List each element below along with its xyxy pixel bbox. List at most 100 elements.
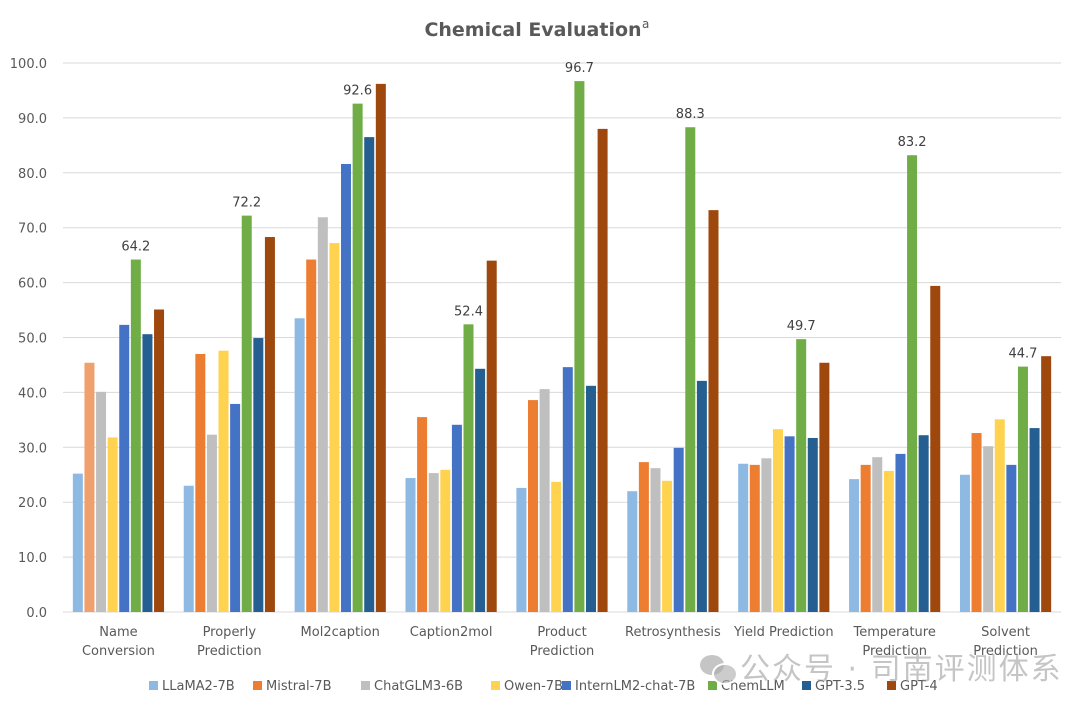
bar-chemllm — [685, 127, 696, 612]
legend-label: InternLM2-chat-7B — [575, 679, 695, 694]
bar-gpt-3-5 — [1029, 428, 1040, 612]
y-tick-label: 0.0 — [26, 606, 47, 621]
data-label: 83.2 — [898, 135, 927, 150]
legend-swatch — [491, 681, 500, 690]
y-axis-ticks: 0.0 10.0 20.0 30.0 40.0 50.0 60.0 70.0 80.0 90.0 1… — [10, 57, 47, 621]
bar-internlm2-chat-7b — [895, 453, 906, 612]
bar-gpt-3-5 — [142, 334, 153, 612]
bar-owen-7b — [551, 481, 562, 612]
bar-gpt-3-5 — [364, 137, 375, 613]
bar-gpt-4 — [597, 128, 608, 612]
bar-owen-7b — [662, 480, 673, 612]
bar-chatglm3-6b — [317, 217, 328, 613]
bar-chatglm3-6b — [650, 468, 661, 612]
data-label: 64.2 — [121, 240, 150, 255]
chart-title-superscript: a — [642, 17, 649, 31]
bar-llama2-7b — [627, 491, 638, 612]
bar-gpt-3-5 — [586, 385, 596, 612]
legend-label: Mistral-7B — [266, 679, 332, 694]
x-category-label: Retrosynthesis — [625, 625, 721, 640]
x-category-label: Properly Prediction — [197, 625, 262, 659]
y-tick-label: 40.0 — [18, 386, 47, 401]
legend-swatch — [562, 681, 571, 690]
chart: Chemical Evaluation a 0.0 10.0 20.0 30.0 40.… — [10, 17, 1061, 694]
bar-gpt-4 — [486, 260, 497, 612]
y-tick-label: 10.0 — [18, 551, 47, 566]
bar-chatglm3-6b — [539, 389, 550, 612]
bar-gpt-4 — [1041, 356, 1052, 612]
y-tick-label: 70.0 — [18, 222, 47, 237]
bar-internlm2-chat-7b — [451, 424, 462, 612]
bar-chatglm3-6b — [206, 434, 217, 612]
data-label: 44.7 — [1008, 347, 1037, 362]
data-label: 92.6 — [343, 84, 372, 99]
bar-owen-7b — [218, 350, 229, 612]
bar-llama2-7b — [516, 487, 527, 612]
bar-internlm2-chat-7b — [119, 324, 130, 612]
bar-owen-7b — [994, 419, 1005, 612]
bar-gpt-4 — [930, 285, 941, 612]
bar-internlm2-chat-7b — [1006, 464, 1017, 612]
bar-chemllm — [352, 103, 363, 612]
bar-llama2-7b — [849, 479, 860, 612]
x-category-label: Caption2mol — [410, 625, 493, 640]
x-category-label: Yield Prediction — [733, 625, 834, 640]
legend-item-owen-7b[interactable]: Owen-7B — [491, 679, 563, 694]
bar-mistral-7b — [195, 353, 206, 612]
bar-owen-7b — [883, 470, 894, 612]
y-tick-label: 100.0 — [10, 57, 47, 72]
bar-chemllm — [574, 81, 585, 612]
bar-gpt-4 — [819, 362, 830, 612]
data-label: 88.3 — [676, 107, 705, 122]
bar-chatglm3-6b — [96, 391, 107, 612]
bar-gpt-4 — [708, 210, 719, 612]
y-tick-label: 60.0 — [18, 277, 47, 292]
x-category-label: Name Conversion — [82, 625, 155, 659]
bar-llama2-7b — [405, 478, 416, 612]
bar-mistral-7b — [749, 464, 760, 612]
legend-item-llama2-7b[interactable]: LLaMA2-7B — [149, 679, 235, 694]
y-tick-label: 30.0 — [18, 441, 47, 456]
bar-gpt-3-5 — [918, 435, 929, 612]
legend-swatch — [361, 681, 370, 690]
bar-chemllm — [130, 259, 141, 612]
legend-swatch — [253, 681, 262, 690]
bar-chatglm3-6b — [983, 446, 994, 612]
bar-gpt-3-5 — [253, 338, 264, 612]
bar-owen-7b — [107, 437, 118, 612]
data-label: 72.2 — [232, 196, 261, 211]
y-tick-label: 20.0 — [18, 496, 47, 511]
data-label: 52.4 — [454, 304, 483, 319]
bar-llama2-7b — [72, 473, 83, 612]
bar-mistral-7b — [306, 259, 317, 612]
bar-llama2-7b — [738, 463, 749, 612]
legend-item-mistral-7b[interactable]: Mistral-7B — [253, 679, 332, 694]
x-category-label: Mol2caption — [301, 625, 380, 640]
bar-gpt-3-5 — [696, 380, 707, 612]
bar-llama2-7b — [959, 474, 970, 612]
wechat-icon — [700, 655, 738, 685]
bar-chatglm3-6b — [428, 473, 439, 612]
legend-item-internlm2-chat-7b[interactable]: InternLM2-chat-7B — [562, 679, 695, 694]
data-label: 49.7 — [787, 319, 816, 334]
bar-owen-7b — [329, 243, 340, 612]
bar-gpt-4 — [375, 83, 386, 612]
legend-item-chatglm3-6b[interactable]: ChatGLM3-6B — [361, 679, 463, 694]
bar-chemllm — [1017, 366, 1028, 612]
bar-gpt-4 — [154, 309, 165, 612]
bar-internlm2-chat-7b — [784, 436, 795, 612]
bar-chatglm3-6b — [761, 458, 772, 612]
y-tick-label: 80.0 — [18, 167, 47, 182]
bar-llama2-7b — [183, 485, 194, 612]
bar-mistral-7b — [84, 362, 95, 612]
watermark: 公众号 · 司南评测体系 — [700, 644, 1063, 688]
chart-title: Chemical Evaluation — [424, 19, 641, 41]
bar-chemllm — [241, 215, 252, 612]
y-tick-label: 90.0 — [18, 112, 47, 127]
data-label: 96.7 — [565, 61, 594, 76]
y-tick-label: 50.0 — [18, 332, 47, 347]
watermark-text: 公众号 · 司南评测体系 — [740, 652, 1063, 687]
bar-mistral-7b — [417, 417, 428, 612]
bar-gpt-4 — [264, 237, 275, 612]
bar-gpt-3-5 — [807, 437, 818, 612]
